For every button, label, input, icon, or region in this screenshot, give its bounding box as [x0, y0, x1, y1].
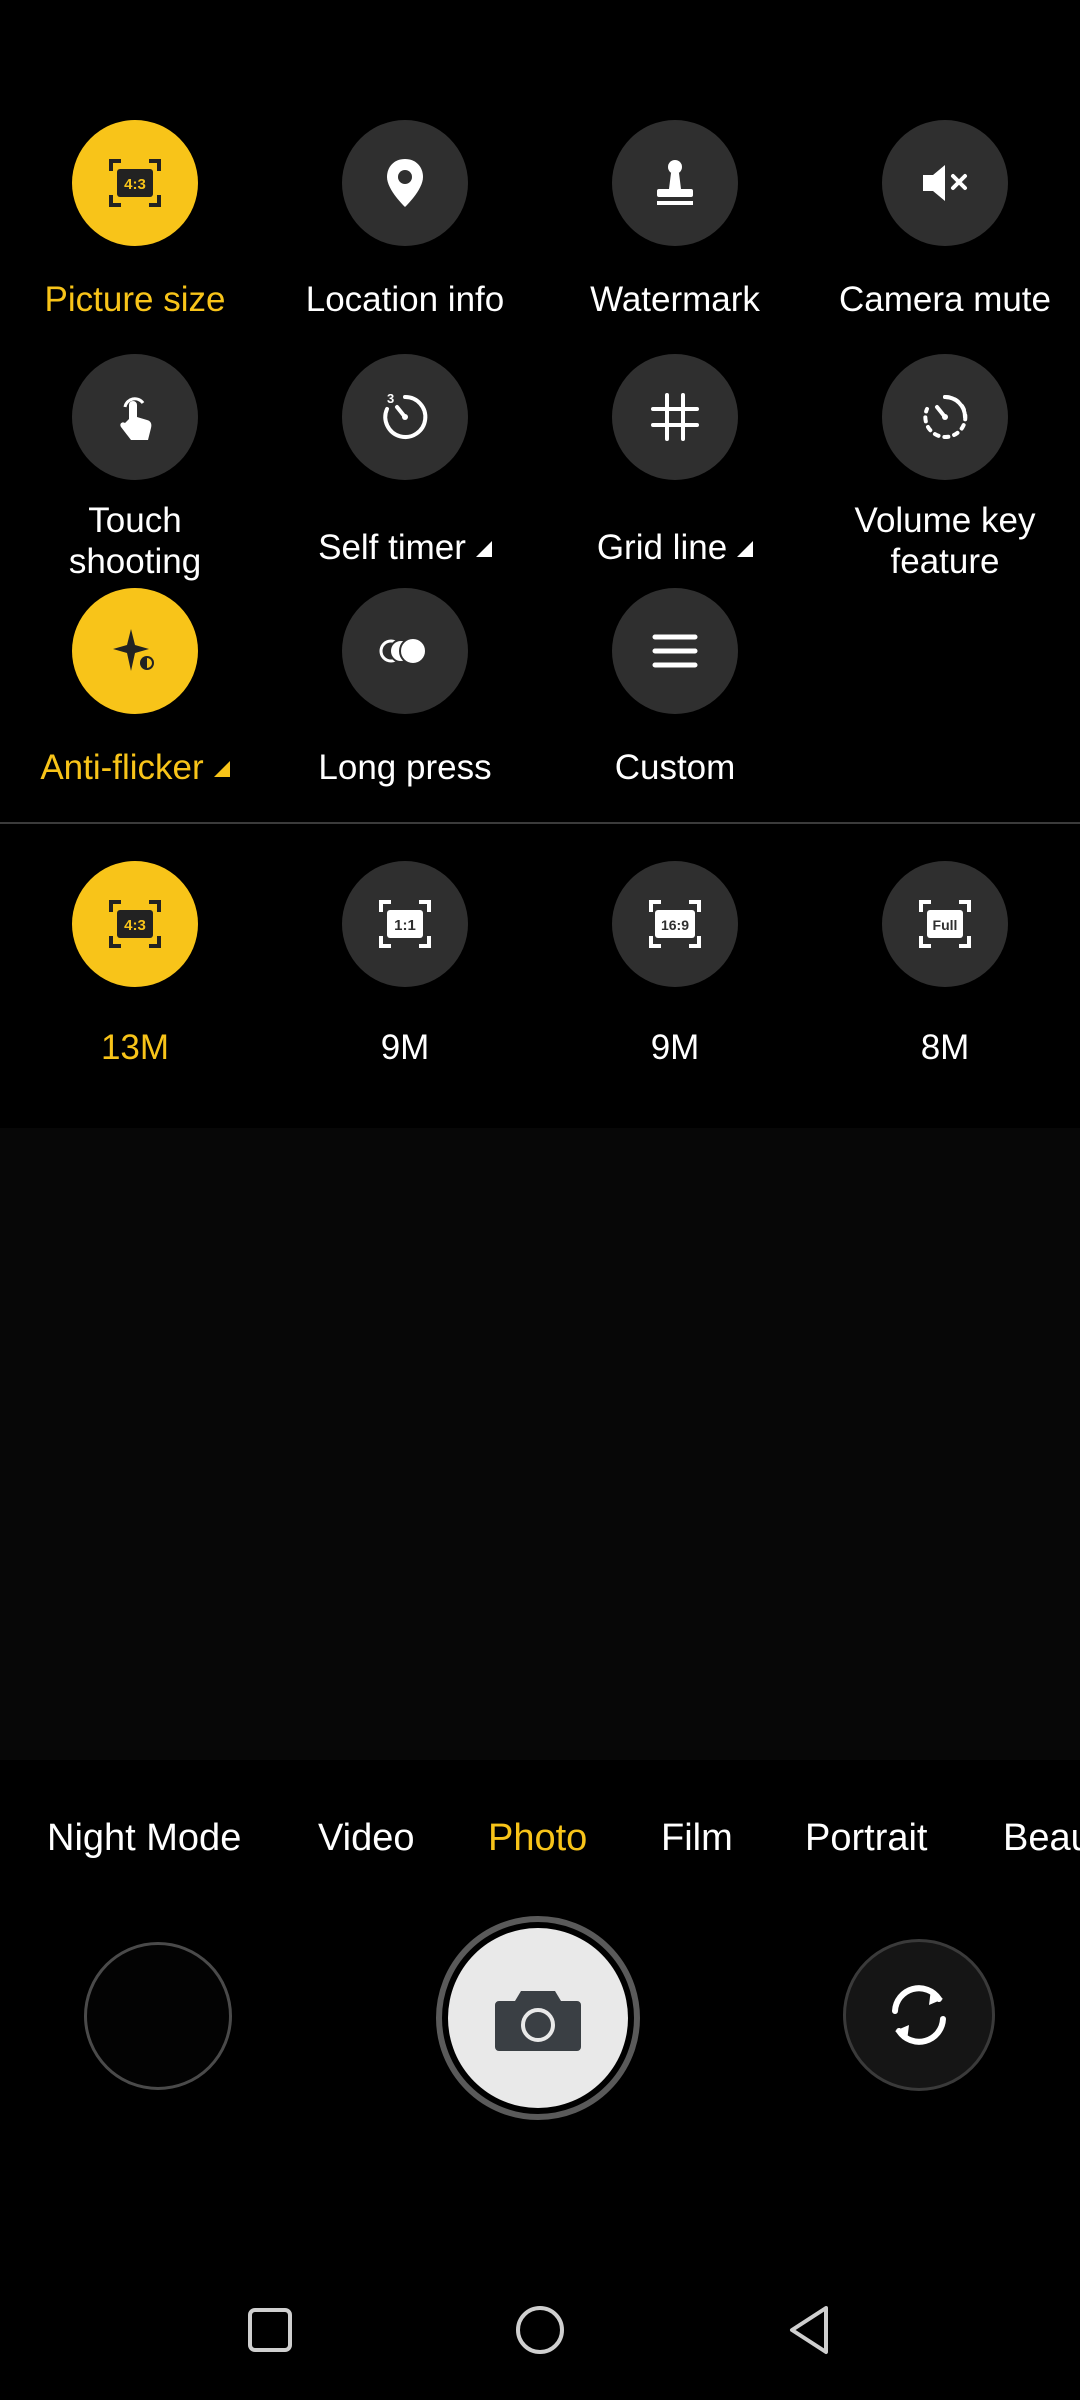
- divider: [0, 822, 1080, 824]
- touch-shooting-label: Touch shooting: [0, 500, 270, 582]
- touch-icon: [120, 397, 152, 440]
- size-9m-wide-button[interactable]: 16:9: [612, 861, 738, 987]
- shutter-button[interactable]: [436, 1916, 640, 2120]
- long-press-label: Long press: [318, 748, 492, 787]
- aspect-full-icon: Full: [919, 900, 971, 948]
- picture-size-option[interactable]: 4:3 Picture size: [0, 120, 270, 320]
- mode-video[interactable]: Video: [318, 1817, 415, 1860]
- recent-apps-button[interactable]: [240, 2300, 300, 2360]
- mode-film[interactable]: Film: [661, 1817, 733, 1860]
- camera-mute-option[interactable]: Camera mute: [810, 120, 1080, 320]
- picture-size-button[interactable]: 4:3: [72, 120, 198, 246]
- size-13m-button[interactable]: 4:3: [72, 861, 198, 987]
- long-press-button[interactable]: [342, 588, 468, 714]
- anti-flicker-option[interactable]: Anti-flicker: [0, 588, 270, 788]
- viewfinder[interactable]: [0, 1128, 1080, 1760]
- size-9m-square-label: 9M: [380, 1028, 430, 1067]
- anti-flicker-button[interactable]: [72, 588, 198, 714]
- self-timer-label: Self timer: [270, 527, 540, 568]
- location-pin-icon: [387, 159, 423, 207]
- mode-night[interactable]: Night Mode: [47, 1817, 241, 1860]
- touch-shooting-button[interactable]: [72, 354, 198, 480]
- picture-size-label: Picture size: [44, 280, 226, 319]
- location-info-button[interactable]: [342, 120, 468, 246]
- size-option-13m[interactable]: 4:3 13M: [0, 861, 270, 1068]
- size-option-9m-square[interactable]: 1:1 9M: [270, 861, 540, 1068]
- volume-key-label: Volume key feature: [810, 500, 1080, 582]
- volume-key-label-line1: Volume key: [854, 501, 1036, 540]
- anti-flicker-label: Anti-flicker: [0, 747, 270, 788]
- aspect-ratio-text: Full: [933, 917, 958, 933]
- anti-flicker-icon: [113, 629, 154, 671]
- size-13m-label: 13M: [100, 1028, 170, 1067]
- square-icon: [248, 2308, 292, 2352]
- watermark-label: Watermark: [590, 280, 760, 319]
- touch-shooting-label-line2: shooting: [68, 542, 202, 581]
- mode-beauty[interactable]: Beau: [1003, 1817, 1080, 1860]
- aspect-4-3-icon: 4:3: [109, 900, 161, 948]
- grid-line-button[interactable]: [612, 354, 738, 480]
- long-press-icon: [379, 637, 427, 665]
- watermark-option[interactable]: Watermark: [540, 120, 810, 320]
- size-8m-full-label: 8M: [920, 1028, 970, 1067]
- back-triangle-icon: [790, 2306, 828, 2354]
- camera-screen: 4:3 Picture size Location info Watermark: [0, 0, 1080, 2400]
- grid-line-label-text: Grid line: [596, 528, 728, 567]
- watermark-button[interactable]: [612, 120, 738, 246]
- size-option-8m-full[interactable]: Full 8M: [810, 861, 1080, 1068]
- camera-mute-label: Camera mute: [838, 280, 1052, 319]
- volume-key-icon: [923, 394, 968, 439]
- aspect-1-1-icon: 1:1: [379, 900, 431, 948]
- size-8m-full-button[interactable]: Full: [882, 861, 1008, 987]
- self-timer-label-text: Self timer: [318, 528, 466, 567]
- aspect-ratio-text: 4:3: [124, 917, 146, 934]
- back-button[interactable]: [780, 2300, 840, 2360]
- aspect-ratio-text: 16:9: [661, 917, 689, 933]
- expand-triangle-icon: [475, 541, 492, 557]
- stamp-icon: [657, 160, 693, 205]
- location-info-option[interactable]: Location info: [270, 120, 540, 320]
- mode-photo[interactable]: Photo: [488, 1817, 587, 1860]
- camera-icon: [495, 1991, 581, 2051]
- size-9m-wide-label: 9M: [650, 1028, 700, 1067]
- custom-option[interactable]: Custom: [540, 588, 810, 788]
- switch-camera-icon: [892, 1985, 946, 2045]
- size-9m-square-button[interactable]: 1:1: [342, 861, 468, 987]
- volume-key-option[interactable]: Volume key feature: [810, 354, 1080, 582]
- volume-key-label-line2: feature: [890, 542, 1000, 581]
- home-button[interactable]: [510, 2300, 570, 2360]
- self-timer-button[interactable]: 3: [342, 354, 468, 480]
- expand-triangle-icon: [213, 761, 230, 777]
- self-timer-option[interactable]: 3 Self timer: [270, 354, 540, 568]
- aspect-ratio-text: 1:1: [394, 917, 416, 934]
- mode-portrait[interactable]: Portrait: [805, 1817, 927, 1860]
- volume-mute-icon: [923, 165, 967, 201]
- custom-button[interactable]: [612, 588, 738, 714]
- menu-icon: [652, 634, 698, 668]
- circle-icon: [516, 2306, 564, 2354]
- touch-shooting-option[interactable]: Touch shooting: [0, 354, 270, 582]
- aspect-4-3-icon: 4:3: [109, 159, 161, 207]
- long-press-option[interactable]: Long press: [270, 588, 540, 788]
- aspect-16-9-icon: 16:9: [649, 900, 701, 948]
- expand-triangle-icon: [737, 541, 754, 557]
- switch-camera-button[interactable]: [843, 1939, 995, 2091]
- anti-flicker-label-text: Anti-flicker: [40, 748, 204, 787]
- grid-icon: [651, 393, 699, 441]
- custom-label: Custom: [614, 748, 736, 787]
- grid-line-label: Grid line: [540, 527, 810, 568]
- aspect-ratio-text: 4:3: [124, 176, 146, 193]
- shutter-inner[interactable]: [448, 1928, 628, 2108]
- size-option-9m-wide[interactable]: 16:9 9M: [540, 861, 810, 1068]
- timer-seconds-text: 3: [387, 391, 394, 406]
- mode-selector[interactable]: Night Mode Video Photo Film Portrait Bea…: [0, 1817, 1080, 1873]
- location-info-label: Location info: [305, 280, 505, 319]
- touch-shooting-label-line1: Touch: [88, 501, 182, 540]
- volume-key-button[interactable]: [882, 354, 1008, 480]
- gallery-thumbnail[interactable]: [84, 1942, 232, 2090]
- grid-line-option[interactable]: Grid line: [540, 354, 810, 568]
- timer-icon: 3: [383, 391, 428, 439]
- camera-mute-button[interactable]: [882, 120, 1008, 246]
